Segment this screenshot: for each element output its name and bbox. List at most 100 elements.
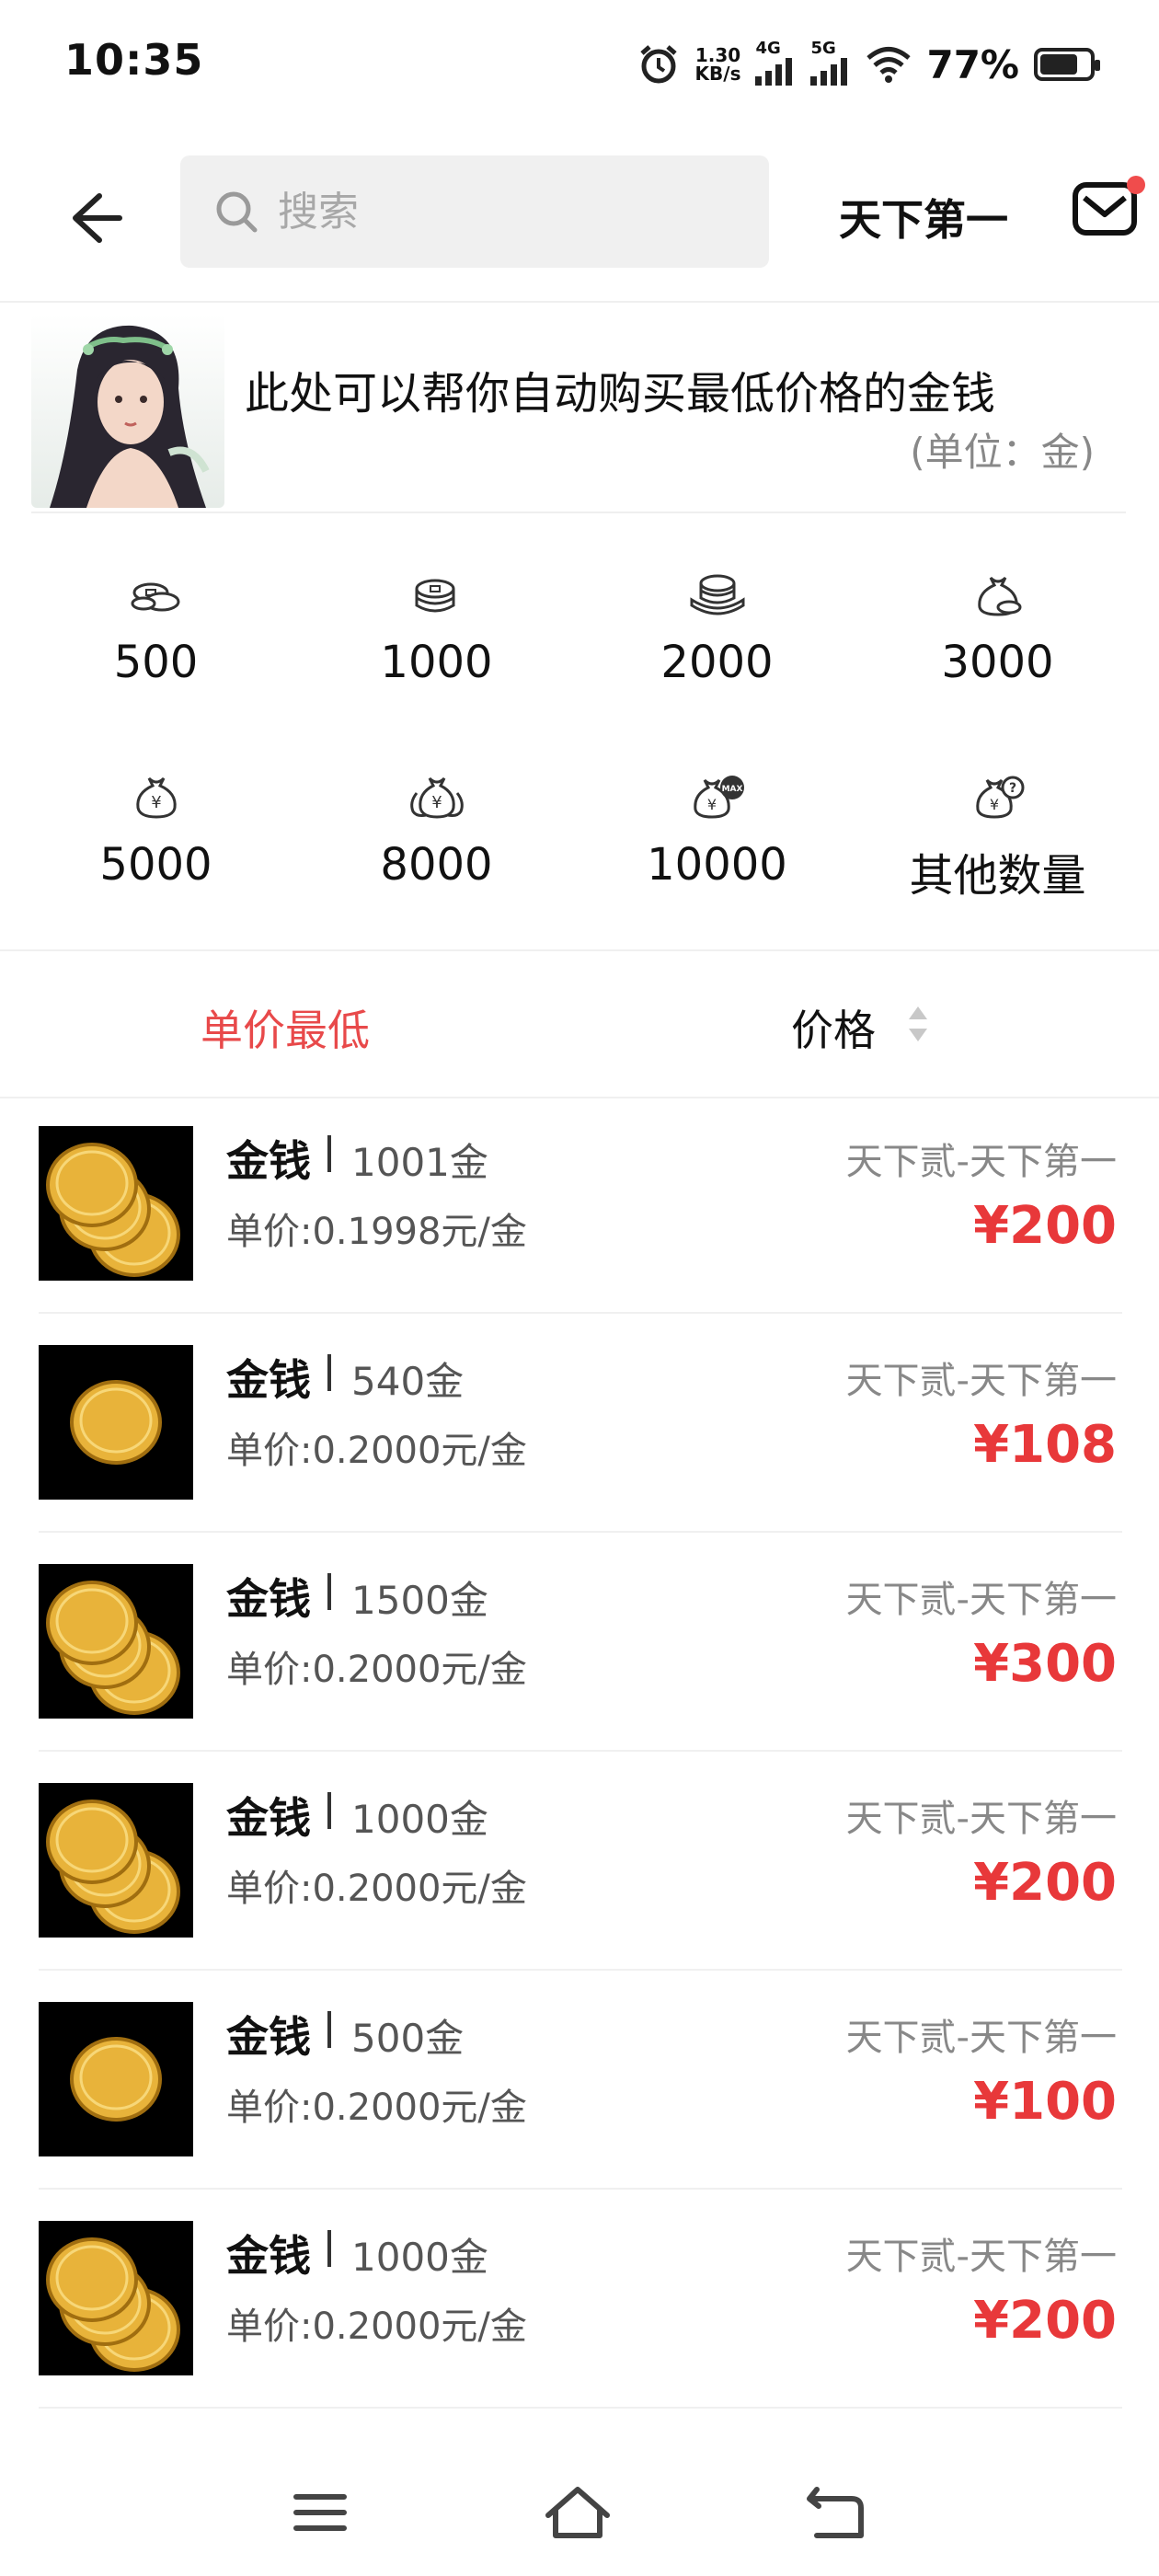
listing-row[interactable]: 金钱 1001金 单价:0.1998元/金 天下贰-天下第一 ¥200 bbox=[0, 1095, 1159, 1314]
listing-price: ¥300 bbox=[973, 1634, 1117, 1694]
listing-row[interactable]: 金钱 1500金 单价:0.2000元/金 天下贰-天下第一 ¥300 bbox=[0, 1533, 1159, 1752]
quantity-label: 500 bbox=[113, 637, 199, 688]
separator bbox=[327, 2230, 331, 2267]
listing-unit-price: 单价:0.2000元/金 bbox=[226, 1868, 527, 1910]
quantity-label: 8000 bbox=[380, 839, 493, 891]
quantity-option-1000[interactable]: 1000 bbox=[292, 572, 581, 756]
listing-price: ¥200 bbox=[973, 2291, 1117, 2351]
listing-thumbnail bbox=[39, 2221, 193, 2375]
listing-thumbnail bbox=[39, 1345, 193, 1500]
gold-coin-image bbox=[39, 2002, 193, 2156]
listing-unit-price: 单价:0.2000元/金 bbox=[226, 2306, 527, 2348]
svg-text:¥: ¥ bbox=[989, 796, 998, 813]
listing-name: 金钱 bbox=[226, 1136, 311, 1186]
svg-text:?: ? bbox=[1008, 781, 1016, 796]
battery-icon bbox=[1034, 48, 1100, 81]
listing-server: 天下贰-天下第一 bbox=[845, 2017, 1117, 2059]
battery-fill bbox=[1040, 54, 1077, 75]
gold-coin-image bbox=[39, 1564, 193, 1719]
listing-unit-price: 单价:0.2000元/金 bbox=[226, 2087, 527, 2129]
network-speed: 1.30 KB/s bbox=[695, 46, 741, 83]
quantity-label: 3000 bbox=[941, 637, 1054, 688]
listing-thumbnail bbox=[39, 1783, 193, 1938]
listing-name: 金钱 bbox=[226, 1793, 311, 1843]
listing-unit-price: 单价:0.1998元/金 bbox=[226, 1211, 527, 1253]
back-arrow-icon[interactable] bbox=[55, 181, 129, 255]
quantity-option-5000[interactable]: ¥ 5000 bbox=[11, 775, 301, 959]
quantity-label: 1000 bbox=[380, 637, 493, 688]
home-icon[interactable] bbox=[541, 2480, 614, 2545]
listing-price: ¥200 bbox=[973, 1196, 1117, 1256]
mail-button[interactable] bbox=[1072, 176, 1145, 238]
search-box[interactable] bbox=[180, 155, 769, 268]
listing-name: 金钱 bbox=[226, 2012, 311, 2062]
quantity-label: 其他数量 bbox=[909, 850, 1086, 902]
svg-text:¥: ¥ bbox=[151, 793, 161, 812]
quantity-option-8000[interactable]: ¥ 8000 bbox=[292, 775, 581, 959]
sort-price[interactable]: 价格 bbox=[791, 997, 876, 1058]
sort-lowest-unit-price[interactable]: 单价最低 bbox=[201, 997, 370, 1058]
gold-coin-image bbox=[39, 1345, 193, 1500]
signal-4g: 4G bbox=[755, 39, 796, 90]
battery-percent: 77% bbox=[926, 41, 1019, 87]
coins-small-icon bbox=[131, 582, 179, 612]
status-bar: 10:35 1.30 KB/s 4G 5G 77% bbox=[0, 0, 1159, 129]
svg-text:MAX: MAX bbox=[721, 785, 742, 794]
listing-price: ¥100 bbox=[973, 2072, 1117, 2132]
listing-row[interactable]: 金钱 1000金 单价:0.2000元/金 天下贰-天下第一 ¥200 bbox=[0, 1752, 1159, 1971]
gold-coin-image bbox=[39, 2221, 193, 2375]
row-divider bbox=[39, 2407, 1122, 2409]
gold-coin-image bbox=[39, 1126, 193, 1281]
quantity-option-500[interactable]: 500 bbox=[11, 572, 301, 756]
separator bbox=[327, 1573, 331, 1610]
listing-row[interactable]: 金钱 500金单价:0.2000元/金 天下贰-天下第一 ¥100 bbox=[0, 1971, 1159, 2190]
notification-dot bbox=[1127, 176, 1145, 194]
money-bag-icon bbox=[977, 576, 1021, 616]
listing-amount: 1500金 bbox=[351, 1578, 488, 1623]
quantity-option-other[interactable]: ¥ ? 其他数量 bbox=[853, 775, 1142, 959]
sort-bar: 单价最低 价格 bbox=[0, 949, 1159, 1098]
listing-server: 天下贰-天下第一 bbox=[845, 1798, 1117, 1840]
listing-thumbnail bbox=[39, 1126, 193, 1281]
alarm-icon bbox=[639, 45, 677, 84]
search-input[interactable] bbox=[276, 187, 758, 236]
auto-buy-banner: 此处可以帮你自动购买最低价格的金钱 (单位：金) bbox=[31, 315, 1126, 513]
listing-thumbnail bbox=[39, 2002, 193, 2156]
wifi-icon bbox=[866, 47, 912, 83]
divider bbox=[31, 512, 1126, 513]
server-selector[interactable]: 天下第一 bbox=[839, 187, 1008, 247]
svg-text:¥: ¥ bbox=[706, 796, 716, 813]
character-avatar bbox=[31, 315, 224, 508]
search-icon bbox=[216, 191, 258, 233]
quantity-option-3000[interactable]: 3000 bbox=[853, 572, 1142, 756]
listing-row[interactable]: 金钱 540金 单价:0.2000元/金 天下贰-天下第一 ¥108 bbox=[0, 1314, 1159, 1533]
separator bbox=[327, 1792, 331, 1829]
listing-server: 天下贰-天下第一 bbox=[845, 2236, 1117, 2278]
sort-arrows-icon[interactable] bbox=[905, 1003, 931, 1045]
net-4g-label: 4G bbox=[755, 39, 781, 58]
quantity-grid: 500 1000 2000 3000 ¥ 5000 ¥ 8000 ¥ MAX 1… bbox=[0, 552, 1159, 948]
top-bar: 天下第一 bbox=[0, 143, 1159, 281]
listing-name: 金钱 bbox=[226, 2231, 311, 2281]
listing-row[interactable]: 金钱 1000金 单价:0.2000元/金 天下贰-天下第一 ¥200 bbox=[0, 2190, 1159, 2409]
listing-server: 天下贰-天下第一 bbox=[845, 1360, 1117, 1402]
listing-unit-price: 单价:0.2000元/金 bbox=[226, 1430, 527, 1472]
listing-name: 金钱 bbox=[226, 1355, 311, 1405]
listing-unit-price: 单价:0.2000元/金 bbox=[226, 1649, 527, 1691]
separator bbox=[327, 2011, 331, 2048]
listing-price: ¥200 bbox=[973, 1853, 1117, 1913]
question-bag-icon: ¥ ? bbox=[975, 776, 1024, 819]
back-icon[interactable] bbox=[798, 2480, 872, 2545]
system-nav-bar bbox=[0, 2429, 1159, 2576]
quantity-option-10000[interactable]: ¥ MAX 10000 bbox=[572, 775, 862, 959]
quantity-option-2000[interactable]: 2000 bbox=[572, 572, 862, 756]
character-portrait bbox=[31, 315, 224, 508]
divider bbox=[0, 301, 1159, 303]
separator bbox=[327, 1354, 331, 1391]
menu-icon[interactable] bbox=[283, 2480, 357, 2545]
listing-amount: 500金 bbox=[351, 2016, 465, 2061]
net-5g-label: 5G bbox=[810, 39, 836, 58]
banner-unit: (单位：金) bbox=[910, 430, 1095, 475]
listing-server: 天下贰-天下第一 bbox=[845, 1141, 1117, 1183]
separator bbox=[327, 1135, 331, 1172]
